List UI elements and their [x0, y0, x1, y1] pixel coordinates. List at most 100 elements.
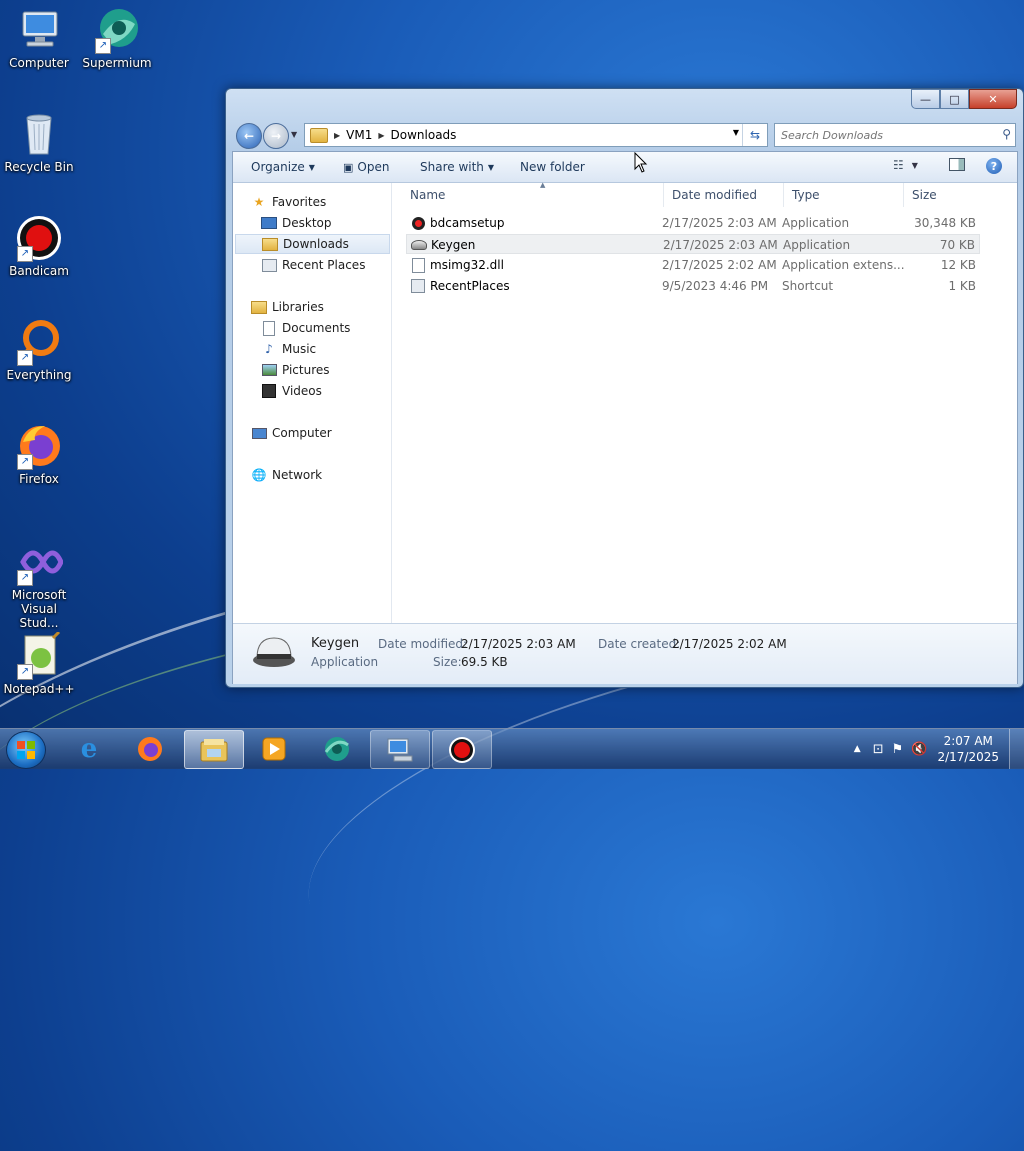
clock-date: 2/17/2025	[937, 750, 999, 764]
change-view-button[interactable]: ☷ ▼	[893, 158, 918, 172]
shortcut-arrow-icon: ↗	[95, 38, 111, 54]
column-header-name[interactable]: Name ▲	[402, 181, 664, 207]
share-with-button[interactable]: Share with ▼	[420, 160, 494, 174]
open-icon: ▣	[343, 160, 354, 174]
shortcut-arrow-icon: ↗	[17, 454, 33, 470]
maximize-button[interactable]: □	[940, 89, 969, 109]
share-with-label: Share with	[420, 160, 484, 174]
address-bar[interactable]: ▶ VM1 ▶ Downloads ▼ ⇆	[304, 123, 768, 147]
nav-libraries[interactable]: Libraries	[251, 297, 409, 317]
desktop-icon-notepadpp[interactable]: ↗ Notepad++	[1, 630, 77, 696]
file-row-msimg32[interactable]: msimg32.dll 2/17/2025 2:02 AM Applicatio…	[406, 255, 980, 275]
forward-button[interactable]: →	[263, 123, 289, 149]
desktop-icon-label: Recycle Bin	[4, 160, 74, 174]
star-icon: ★	[253, 195, 265, 209]
desktop-icon-visual-studio[interactable]: ↗ Microsoft Visual Stud...	[1, 538, 77, 630]
view-options-icon: ☷	[893, 158, 904, 172]
mouse-pointer-icon	[634, 151, 648, 177]
file-date: 9/5/2023 4:46 PM	[662, 279, 769, 293]
show-desktop-button[interactable]	[1009, 729, 1024, 769]
desktop-icon-supermium[interactable]: ↗ Supermium	[79, 6, 155, 70]
desktop-icon-bandicam[interactable]: ↗ Bandicam	[1, 214, 77, 278]
column-header-date-modified[interactable]: Date modified	[664, 183, 784, 207]
nav-label: Downloads	[283, 237, 349, 251]
nav-label: Desktop	[282, 216, 332, 230]
file-row-bdcamsetup[interactable]: bdcamsetup 2/17/2025 2:03 AM Application…	[406, 213, 980, 233]
nav-label: Favorites	[272, 195, 327, 209]
taskbar-clock[interactable]: 2:07 AM 2/17/2025	[937, 733, 999, 765]
search-box: ⚲	[774, 123, 1016, 147]
desktop-icon-label: Supermium	[82, 56, 152, 70]
breadcrumb-separator-icon[interactable]: ▶	[334, 131, 340, 140]
caption-buttons: — □ ✕	[911, 89, 1017, 109]
desktop-icon-everything[interactable]: ↗ Everything	[1, 318, 77, 382]
file-name: bdcamsetup	[430, 216, 505, 230]
preview-pane-button[interactable]	[949, 158, 965, 171]
breadcrumb-separator-icon[interactable]: ▶	[378, 131, 384, 140]
recycle-bin-icon	[15, 110, 63, 158]
taskbar-computer-app[interactable]	[370, 730, 430, 769]
taskbar-media-player[interactable]	[245, 730, 303, 767]
back-button[interactable]: ←	[236, 123, 262, 149]
taskbar-windows-explorer[interactable]	[184, 730, 244, 769]
bandicam-icon: ↗	[15, 214, 63, 262]
file-row-recentplaces[interactable]: RecentPlaces 9/5/2023 4:46 PM Shortcut 1…	[406, 276, 980, 296]
action-center-flag-icon[interactable]: ⚑	[892, 742, 904, 757]
nav-favorites[interactable]: ★ Favorites	[251, 192, 409, 212]
minimize-button[interactable]: —	[911, 89, 940, 109]
open-button[interactable]: ▣ Open	[343, 160, 389, 174]
volume-muted-icon[interactable]: 🔇	[911, 742, 927, 757]
downloads-folder-icon	[262, 237, 278, 251]
taskbar-bandicam[interactable]	[432, 730, 492, 769]
file-size: 1 KB	[948, 279, 976, 293]
address-dropdown-icon[interactable]: ▼	[733, 128, 739, 137]
nav-network[interactable]: 🌐 Network	[251, 465, 409, 485]
start-button[interactable]	[6, 731, 46, 769]
nav-label: Videos	[282, 384, 322, 398]
nav-downloads[interactable]: Downloads	[235, 234, 390, 254]
file-size: 30,348 KB	[914, 216, 976, 230]
taskbar-internet-explorer[interactable]: e	[60, 730, 118, 767]
nav-computer[interactable]: Computer	[251, 423, 409, 443]
network-status-icon[interactable]: ⊡	[873, 742, 884, 757]
show-hidden-icons-button[interactable]: ▲	[854, 744, 861, 754]
bandicam-icon	[449, 736, 475, 763]
details-pane: Keygen Application Date modified: 2/17/2…	[233, 623, 1017, 684]
shortcut-arrow-icon: ↗	[17, 246, 33, 262]
desktop-icon-recycle-bin[interactable]: Recycle Bin	[1, 110, 77, 174]
file-name: RecentPlaces	[430, 279, 510, 293]
desktop-icon-label: Microsoft Visual Stud...	[11, 588, 67, 630]
column-header-type[interactable]: Type	[784, 183, 904, 207]
windows-logo-icon	[17, 741, 35, 759]
chevron-down-icon: ▼	[308, 162, 315, 172]
close-button[interactable]: ✕	[969, 89, 1017, 109]
desktop-icon-firefox[interactable]: ↗ Firefox	[1, 422, 77, 486]
chevron-down-icon: ▼	[487, 162, 495, 172]
recent-places-icon	[261, 258, 277, 272]
file-row-keygen[interactable]: Keygen 2/17/2025 2:03 AM Application 70 …	[406, 234, 980, 254]
help-button[interactable]: ?	[986, 158, 1002, 174]
everything-icon: ↗	[15, 318, 63, 366]
breadcrumb-downloads[interactable]: Downloads	[391, 128, 457, 142]
open-label: Open	[357, 160, 390, 174]
network-icon: 🌐	[251, 468, 267, 482]
taskbar-supermium[interactable]	[308, 730, 366, 767]
file-size: 12 KB	[940, 258, 976, 272]
nav-label: Recent Places	[282, 258, 366, 272]
desktop-icon-label: Firefox	[19, 472, 59, 486]
recent-pages-dropdown[interactable]: ▼	[291, 130, 297, 139]
music-icon: ♪	[265, 342, 273, 356]
column-header-size[interactable]: Size	[904, 183, 980, 207]
organize-button[interactable]: Organize ▼	[251, 160, 315, 174]
clock-time: 2:07 AM	[943, 734, 993, 748]
file-type: Shortcut	[782, 279, 834, 293]
refresh-button[interactable]: ⇆	[742, 124, 767, 146]
breadcrumb-vm1[interactable]: VM1	[346, 128, 372, 142]
search-input[interactable]	[775, 124, 993, 146]
new-folder-button[interactable]: New folder	[520, 160, 585, 174]
taskbar-firefox[interactable]	[121, 730, 179, 767]
visual-studio-icon: ↗	[15, 538, 64, 586]
nav-label: Libraries	[272, 300, 324, 314]
search-icon[interactable]: ⚲	[1002, 127, 1011, 141]
desktop-icon-computer[interactable]: Computer	[1, 6, 77, 70]
